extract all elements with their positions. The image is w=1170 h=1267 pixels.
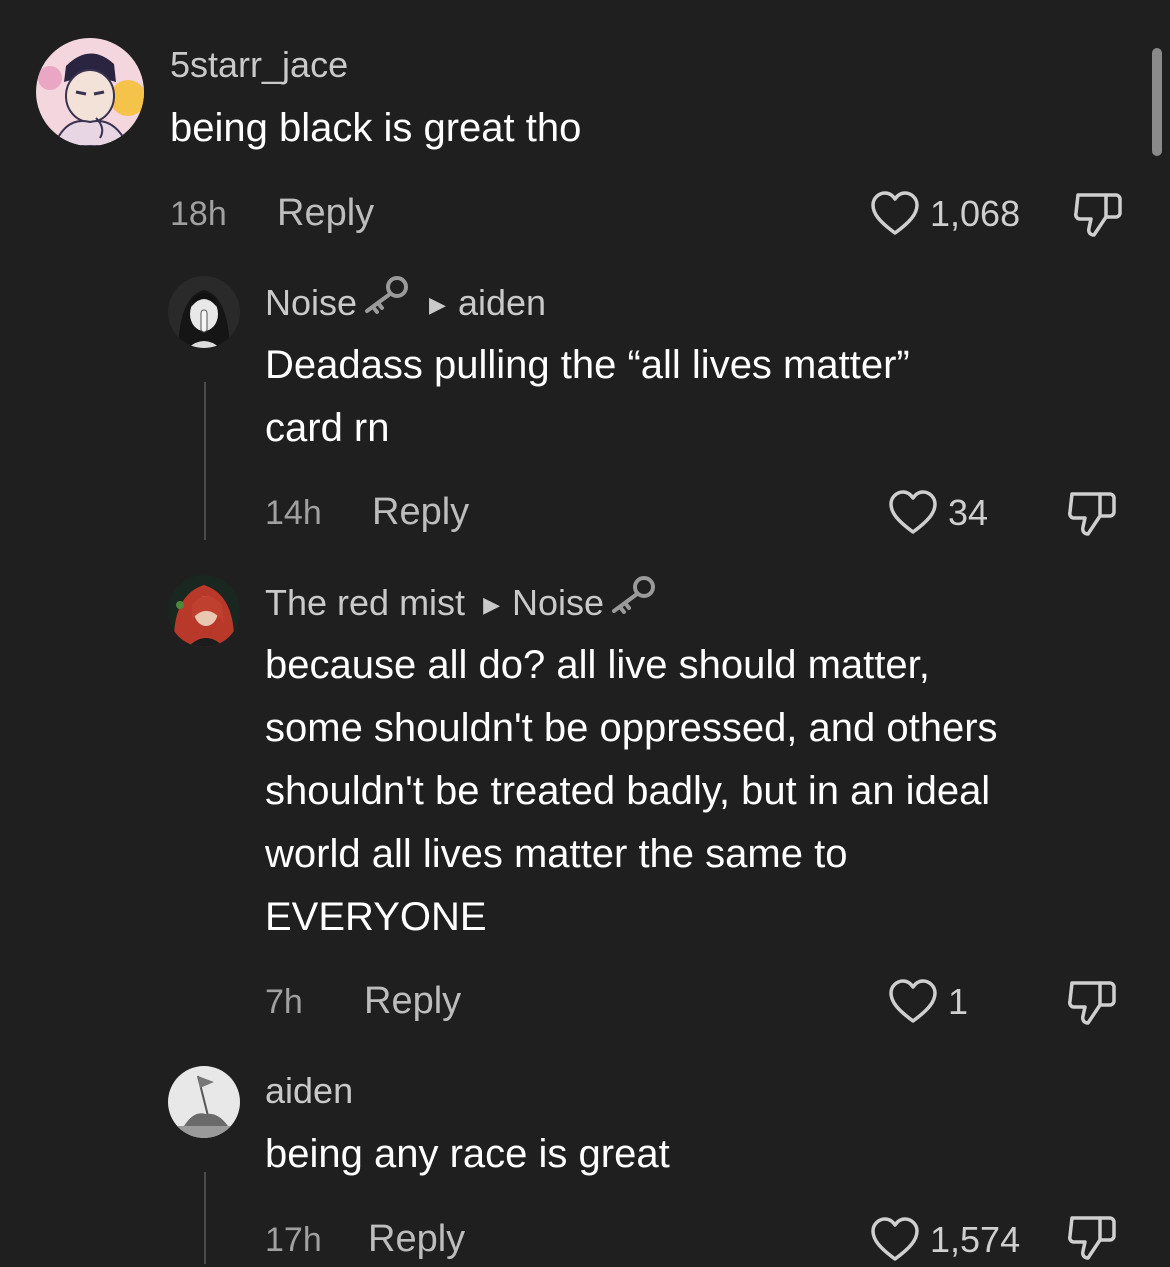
thumbs-down-icon: [1068, 1216, 1116, 1260]
comment-username[interactable]: Noise ▶ aiden: [265, 276, 546, 330]
comment-username[interactable]: The red mist ▶ Noise: [265, 576, 658, 630]
like-count: 34: [948, 492, 989, 533]
like-button[interactable]: 1: [888, 979, 968, 1025]
dislike-button[interactable]: [1066, 979, 1118, 1032]
triangle-right-icon: ▶: [429, 292, 446, 318]
heart-outline-icon: [889, 979, 937, 1023]
comment-timestamp: 14h: [265, 494, 322, 532]
comment-timestamp: 17h: [265, 1221, 322, 1259]
avatar[interactable]: [168, 1066, 240, 1138]
dislike-button[interactable]: [1066, 490, 1118, 543]
like-button[interactable]: 1,574: [870, 1217, 1020, 1263]
thread-line: [204, 382, 206, 540]
avatar[interactable]: [168, 575, 240, 647]
comment-username[interactable]: aiden: [265, 1070, 353, 1112]
like-count: 1,574: [930, 1219, 1021, 1260]
triangle-right-icon: ▶: [483, 592, 500, 618]
scrollbar[interactable]: [1152, 48, 1162, 156]
heart-outline-icon: [871, 191, 919, 235]
reply-button[interactable]: Reply: [368, 1218, 465, 1261]
reply-button[interactable]: Reply: [277, 192, 374, 235]
like-button[interactable]: 1,068: [870, 191, 1020, 237]
dislike-button[interactable]: [1072, 191, 1124, 244]
like-count: 1: [948, 981, 969, 1022]
reply-button[interactable]: Reply: [364, 980, 461, 1023]
comment-text: Deadass pulling the “all lives matter” c…: [265, 343, 910, 450]
thread-line: [204, 1172, 206, 1264]
like-count: 1,068: [930, 193, 1021, 234]
like-button[interactable]: 34: [888, 490, 988, 536]
heart-outline-icon: [871, 1217, 919, 1261]
key-icon: [606, 575, 658, 624]
thumbs-down-icon: [1074, 193, 1122, 237]
thumbs-down-icon: [1068, 492, 1116, 536]
avatar[interactable]: [168, 276, 240, 348]
thumbs-down-icon: [1068, 981, 1116, 1025]
comment-username[interactable]: 5starr_jace: [170, 44, 348, 86]
comment-timestamp: 7h: [265, 983, 303, 1021]
key-icon: [359, 275, 411, 324]
avatar[interactable]: [36, 38, 144, 146]
comment-text: being black is great tho: [170, 106, 582, 150]
comment-text: being any race is great: [265, 1132, 670, 1176]
heart-outline-icon: [889, 490, 937, 534]
reply-button[interactable]: Reply: [372, 491, 469, 534]
dislike-button[interactable]: [1066, 1214, 1118, 1267]
comment-timestamp: 18h: [170, 195, 227, 233]
comment-text: because all do? all live should matter, …: [265, 643, 998, 939]
